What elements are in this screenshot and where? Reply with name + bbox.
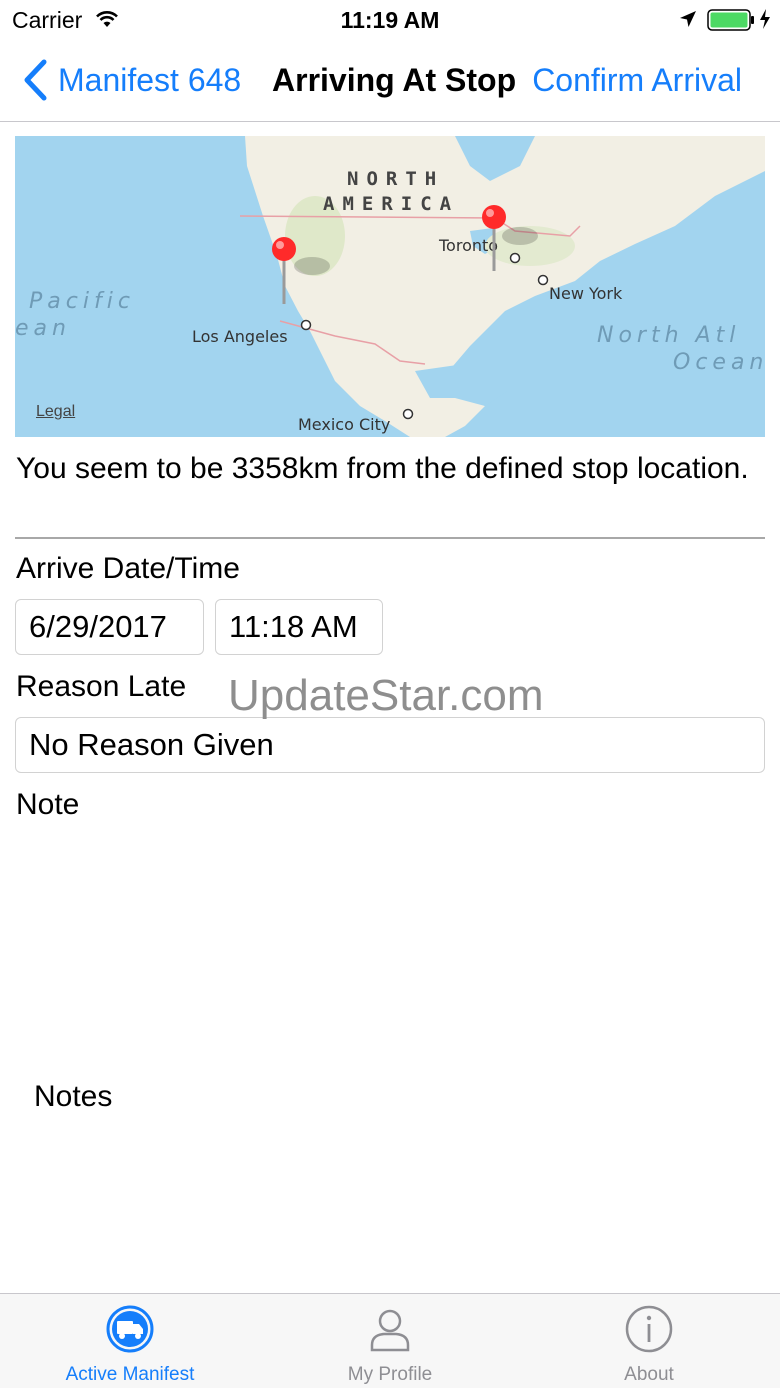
back-button-label: Manifest 648: [58, 61, 242, 98]
arrive-time-field[interactable]: 11:18 AM: [215, 599, 383, 655]
map-view[interactable]: NORTH AMERICA Pacific ean North Atl Ocea…: [15, 136, 765, 437]
distance-message: You seem to be 3358km from the defined s…: [16, 452, 749, 485]
tab-about[interactable]: About: [549, 1294, 749, 1388]
tab-active-manifest[interactable]: Active Manifest: [30, 1294, 230, 1388]
watermark: UpdateStar.com: [228, 671, 544, 720]
chevron-left-icon: [24, 59, 47, 101]
map-label-atlantic-1: North Atl: [597, 323, 740, 348]
info-icon: [625, 1305, 673, 1353]
person-icon: [370, 1309, 410, 1352]
map-label-pacific-1: Pacific: [29, 289, 135, 314]
map-legal-link[interactable]: Legal: [36, 403, 75, 421]
tab-label-about: About: [624, 1364, 674, 1385]
page-title: Arriving At Stop: [272, 62, 517, 98]
tab-my-profile[interactable]: My Profile: [290, 1294, 490, 1388]
back-button[interactable]: Manifest 648: [22, 58, 241, 102]
charging-icon: [760, 9, 770, 29]
status-bar: Carrier 11:19 AM: [0, 0, 780, 40]
navigation-bar: Manifest 648 Arriving At Stop Confirm Ar…: [0, 40, 780, 122]
map-canvas: NORTH AMERICA Pacific ean North Atl Ocea…: [15, 136, 765, 437]
tab-label-my-profile: My Profile: [347, 1364, 433, 1385]
map-label-north-america-1: NORTH: [347, 168, 444, 190]
note-label: Note: [16, 788, 80, 821]
tab-label-active-manifest: Active Manifest: [65, 1364, 195, 1385]
divider: [15, 537, 765, 539]
tab-bar: Active Manifest My Profile About: [0, 1293, 780, 1388]
map-label-los-angeles: Los Angeles: [192, 327, 288, 346]
location-arrow-icon: [680, 11, 696, 27]
map-label-mexico-city: Mexico City: [298, 415, 390, 434]
arrive-date-field[interactable]: 6/29/2017: [15, 599, 204, 655]
battery-icon: [707, 9, 754, 31]
map-label-atlantic-2: Ocean: [673, 350, 765, 375]
notes-textarea[interactable]: [15, 830, 765, 1280]
notes-placeholder: Notes: [34, 1080, 113, 1113]
truck-icon: [106, 1305, 154, 1353]
reason-late-label: Reason Late: [16, 670, 187, 703]
arrive-datetime-label: Arrive Date/Time: [16, 552, 240, 585]
map-label-toronto: Toronto: [438, 236, 498, 255]
map-label-north-america-2: AMERICA: [323, 193, 459, 215]
map-label-new-york: New York: [549, 284, 623, 303]
reason-late-select[interactable]: No Reason Given: [15, 717, 765, 773]
status-time: 11:19 AM: [340, 7, 440, 33]
confirm-arrival-button[interactable]: Confirm Arrival: [532, 62, 742, 99]
map-label-pacific-2: ean: [15, 316, 71, 341]
